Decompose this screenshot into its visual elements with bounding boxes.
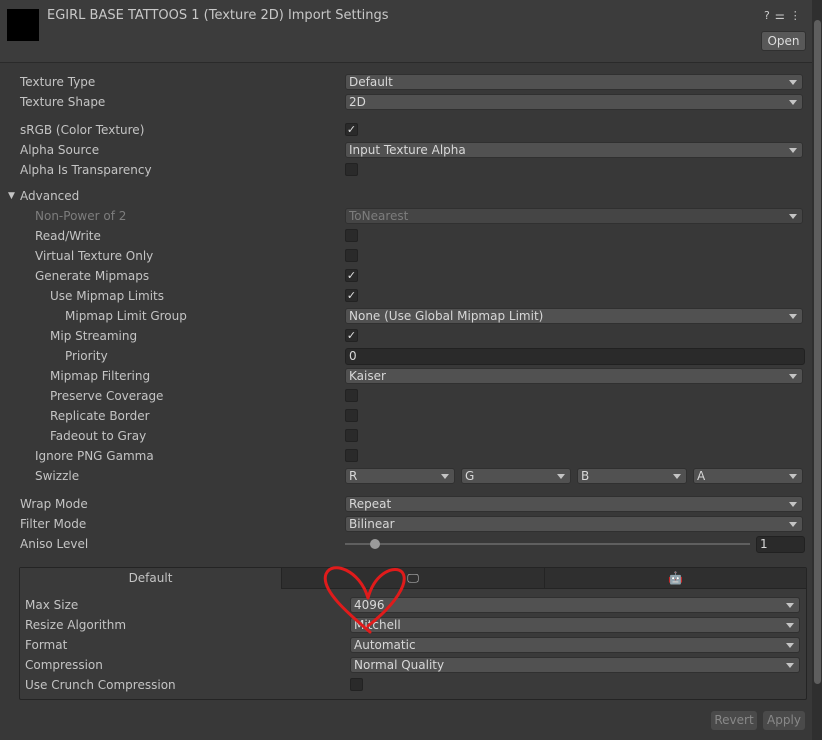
filter-mode-dropdown[interactable]: Bilinear — [345, 516, 803, 532]
revert-button[interactable]: Revert — [711, 711, 757, 730]
fadeout-checkbox[interactable] — [345, 429, 358, 442]
label: Generate Mipmaps — [35, 269, 150, 283]
row-mip-streaming: Mip Streaming ✓ — [0, 326, 812, 346]
label: Use Crunch Compression — [25, 678, 176, 692]
row-texture-shape: Texture Shape 2D — [0, 92, 812, 112]
swizzle-b-dropdown[interactable]: B — [577, 468, 687, 484]
label: Mipmap Filtering — [50, 369, 151, 383]
label: Ignore PNG Gamma — [35, 449, 154, 463]
label: Advanced — [20, 189, 80, 203]
row-mip-filtering: Mipmap Filtering Kaiser — [0, 366, 812, 386]
label: Preserve Coverage — [50, 389, 164, 403]
mip-limit-group-dropdown[interactable]: None (Use Global Mipmap Limit) — [345, 308, 803, 324]
label: Read/Write — [35, 229, 101, 243]
label: Compression — [25, 658, 103, 672]
inspector-title: EGIRL BASE TATTOOS 1 (Texture 2D) Import… — [47, 8, 389, 23]
label: sRGB (Color Texture) — [20, 123, 145, 137]
label: Mipmap Limit Group — [65, 309, 187, 323]
label: Alpha Source — [20, 143, 100, 157]
scrollbar-thumb[interactable] — [814, 20, 821, 684]
presets-icon[interactable]: ⚌ — [775, 9, 790, 22]
texture-thumbnail — [7, 9, 39, 41]
aniso-input[interactable]: 1 — [756, 536, 805, 553]
label: Virtual Texture Only — [35, 249, 154, 263]
more-icon[interactable]: ⋮ — [790, 9, 806, 22]
row-wrap-mode: Wrap Mode Repeat — [0, 494, 812, 514]
open-button[interactable]: Open — [761, 31, 806, 51]
mip-streaming-checkbox[interactable]: ✓ — [345, 329, 358, 342]
row-srgb: sRGB (Color Texture) ✓ — [0, 120, 812, 140]
tab-default[interactable]: Default — [20, 568, 282, 589]
label: Alpha Is Transparency — [20, 163, 152, 177]
row-filter-mode: Filter Mode Bilinear — [0, 514, 812, 534]
compression-dropdown[interactable]: Normal Quality — [350, 657, 800, 673]
label: Max Size — [25, 598, 79, 612]
row-npot: Non-Power of 2 ToNearest — [0, 206, 812, 226]
crunch-checkbox[interactable] — [350, 678, 363, 691]
alpha-source-dropdown[interactable]: Input Texture Alpha — [345, 142, 803, 158]
row-replicate-border: Replicate Border — [0, 406, 812, 426]
replicate-border-checkbox[interactable] — [345, 409, 358, 422]
virtual-texture-checkbox[interactable] — [345, 249, 358, 262]
label: Filter Mode — [20, 517, 87, 531]
row-mip-limits: Use Mipmap Limits ✓ — [0, 286, 812, 306]
row-compression: Compression Normal Quality — [0, 655, 812, 675]
row-read-write: Read/Write — [0, 226, 812, 246]
inspector-header: EGIRL BASE TATTOOS 1 (Texture 2D) Import… — [0, 0, 812, 63]
row-alpha-transparency: Alpha Is Transparency — [0, 160, 812, 180]
label: Non-Power of 2 — [35, 209, 127, 223]
tab-android[interactable]: 🤖 — [545, 568, 806, 589]
row-gen-mipmaps: Generate Mipmaps ✓ — [0, 266, 812, 286]
mip-filtering-dropdown[interactable]: Kaiser — [345, 368, 803, 384]
row-crunch: Use Crunch Compression — [0, 675, 812, 695]
label: Resize Algorithm — [25, 618, 127, 632]
alpha-transparency-checkbox[interactable] — [345, 163, 358, 176]
swizzle-r-dropdown[interactable]: R — [345, 468, 455, 484]
row-fadeout: Fadeout to Gray — [0, 426, 812, 446]
preserve-coverage-checkbox[interactable] — [345, 389, 358, 402]
ignore-png-gamma-checkbox[interactable] — [345, 449, 358, 462]
mip-limits-checkbox[interactable]: ✓ — [345, 289, 358, 302]
read-write-checkbox[interactable] — [345, 229, 358, 242]
foldout-arrow-icon[interactable]: ▼ — [8, 191, 15, 201]
label: Fadeout to Gray — [50, 429, 147, 443]
label: Aniso Level — [20, 537, 89, 551]
apply-button[interactable]: Apply — [763, 711, 805, 730]
label: Priority — [65, 349, 108, 363]
texture-type-dropdown[interactable]: Default — [345, 74, 803, 90]
heart-annotation — [323, 566, 406, 634]
label: Texture Shape — [20, 95, 106, 109]
label: Mip Streaming — [50, 329, 138, 343]
row-virtual-texture: Virtual Texture Only — [0, 246, 812, 266]
aniso-slider-track[interactable] — [345, 543, 750, 545]
row-mip-limit-group: Mipmap Limit Group None (Use Global Mipma… — [0, 306, 812, 326]
row-ignore-png-gamma: Ignore PNG Gamma — [0, 446, 812, 466]
label: Wrap Mode — [20, 497, 88, 511]
srgb-checkbox[interactable]: ✓ — [345, 123, 358, 136]
advanced-foldout[interactable]: ▼ Advanced — [0, 186, 812, 206]
label: Use Mipmap Limits — [50, 289, 165, 303]
npot-dropdown: ToNearest — [345, 208, 803, 224]
swizzle-a-dropdown[interactable]: A — [693, 468, 803, 484]
label: Swizzle — [35, 469, 80, 483]
label: Replicate Border — [50, 409, 150, 423]
row-alpha-source: Alpha Source Input Texture Alpha — [0, 140, 812, 160]
label: Format — [25, 638, 68, 652]
row-preserve-coverage: Preserve Coverage — [0, 386, 812, 406]
swizzle-g-dropdown[interactable]: G — [461, 468, 571, 484]
label: Texture Type — [20, 75, 96, 89]
row-aniso: Aniso Level 1 — [0, 534, 812, 554]
row-priority: Priority 0 — [0, 346, 812, 366]
android-icon: 🤖 — [668, 571, 683, 585]
help-icon[interactable]: ? — [764, 9, 775, 22]
row-swizzle: Swizzle R G B A — [0, 466, 812, 486]
aniso-slider-handle[interactable] — [370, 539, 380, 549]
texture-shape-dropdown[interactable]: 2D — [345, 94, 803, 110]
priority-input[interactable]: 0 — [345, 348, 805, 365]
row-texture-type: Texture Type Default — [0, 72, 812, 92]
wrap-mode-dropdown[interactable]: Repeat — [345, 496, 803, 512]
gen-mipmaps-checkbox[interactable]: ✓ — [345, 269, 358, 282]
